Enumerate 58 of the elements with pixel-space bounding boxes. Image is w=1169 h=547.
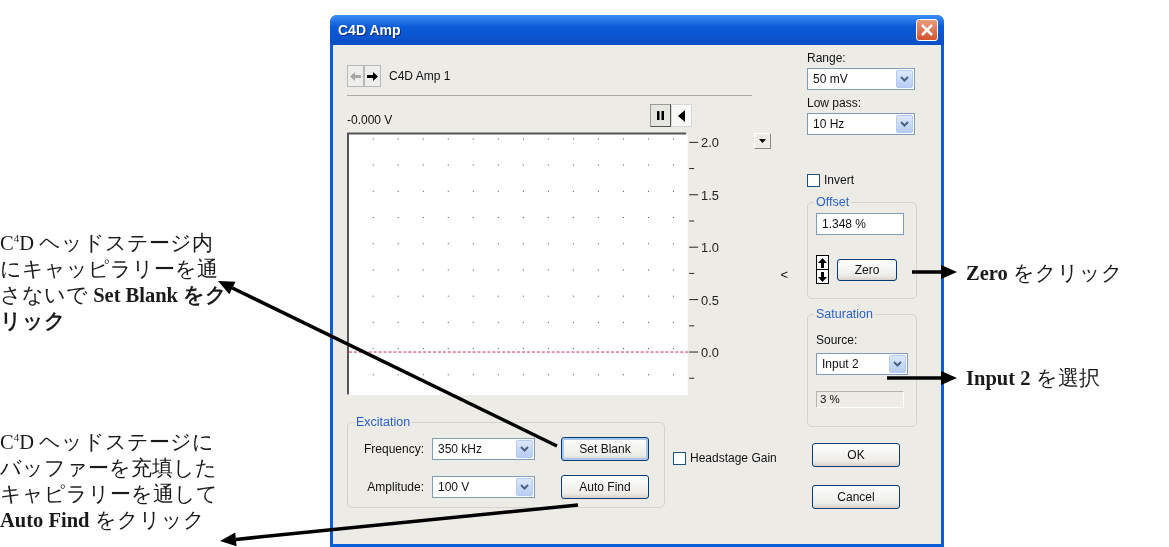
close-icon — [921, 24, 933, 36]
pause-button[interactable] — [650, 104, 671, 127]
auto-find-button[interactable]: Auto Find — [561, 475, 649, 499]
cancel-button[interactable]: Cancel — [812, 485, 900, 509]
right-arrow-icon — [367, 71, 378, 81]
axis-label: 0.0 — [701, 345, 719, 360]
scale-button[interactable] — [753, 133, 771, 149]
axis-label: 1.0 — [701, 240, 719, 256]
up-arrow-icon — [818, 257, 827, 268]
close-button[interactable] — [916, 19, 938, 41]
field-label: Amplitude: — [366, 480, 424, 494]
set-blank-button[interactable]: Set Blank — [561, 437, 649, 461]
annotation-text: Input 2 を選択 — [966, 366, 1101, 391]
window-title: C4D Amp — [338, 22, 401, 38]
frequency-dropdown[interactable]: 350 kHz — [432, 438, 535, 460]
offset-field[interactable]: 1.348 % — [816, 213, 904, 235]
group-title: Offset — [815, 195, 851, 209]
headstage-gain-checkbox[interactable]: Headstage Gain — [673, 451, 777, 465]
ok-button[interactable]: OK — [812, 443, 900, 467]
forward-button[interactable] — [364, 65, 381, 87]
field-label: Source: — [816, 333, 859, 347]
offset-marker: < — [780, 267, 789, 282]
left-arrow-icon — [350, 71, 361, 81]
spin-control[interactable] — [816, 255, 829, 284]
annotation-text: C$^{4}$D ヘッドステージ内にキャッピラリーを通さないで Set Blank をクリック — [0, 231, 228, 334]
saturation-readout: 3 % — [816, 391, 904, 408]
low-pass-dropdown[interactable]: 10 Hz — [807, 113, 915, 135]
chevron-icon — [900, 76, 909, 82]
chevron-icon — [893, 361, 902, 367]
field-label: Range: — [807, 51, 847, 65]
axis-label: 0.5 — [701, 292, 719, 308]
voltage-reading: -0.000 V — [347, 113, 393, 127]
pointer-arrow — [912, 265, 957, 279]
device-name: C4D Amp 1 — [389, 69, 451, 83]
play-button[interactable] — [671, 104, 692, 127]
down-arrow-button[interactable] — [817, 270, 828, 283]
range-dropdown[interactable]: 50 mV — [807, 68, 915, 90]
axis-label: 2.0 — [701, 135, 719, 151]
field-label: Frequency: — [362, 442, 424, 456]
down-arrow-icon — [818, 271, 827, 282]
chevron-icon — [900, 121, 909, 127]
source-dropdown[interactable]: Input 2 — [816, 353, 908, 375]
up-arrow-button[interactable] — [817, 256, 828, 270]
left-triangle-icon — [678, 109, 685, 122]
group-title: Excitation — [355, 415, 412, 429]
chevron-icon — [520, 484, 529, 490]
pointer-arrow — [887, 371, 957, 385]
field-label: Low pass: — [807, 96, 863, 110]
axis-label: 1.5 — [701, 187, 719, 203]
annotation-text: C$^{4}$D ヘッドステージにバッファーを充填したキャピラリーを通して Auto Find をクリック — [0, 430, 219, 533]
amplitude-dropdown[interactable]: 100 V — [432, 476, 535, 498]
invert-checkbox[interactable]: Invert — [807, 173, 917, 187]
chevron-icon — [520, 446, 529, 452]
group-title: Saturation — [815, 307, 874, 321]
down-triangle-icon — [758, 139, 766, 143]
pause-icon — [657, 111, 664, 120]
zero-button[interactable]: Zero — [837, 258, 897, 281]
annotation-text: Zero をクリック — [966, 261, 1124, 286]
